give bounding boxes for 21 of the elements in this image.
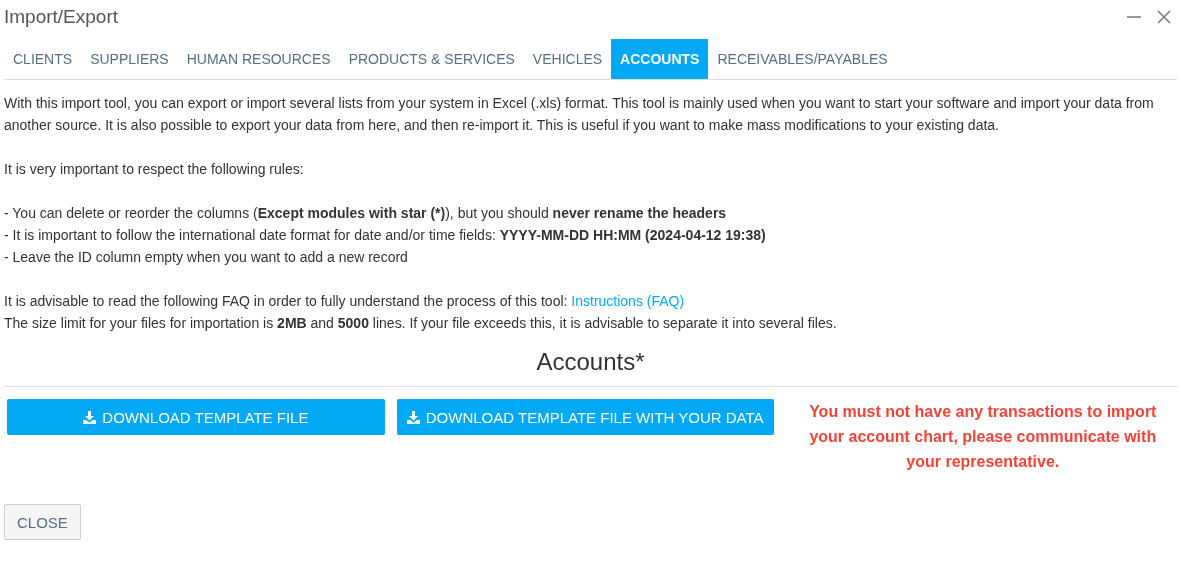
rule-text: - You can delete or reorder the columns (Except modules with star (*)), but you should never rename the headers <box>4 204 728 223</box>
close-button[interactable]: CLOSE <box>4 504 81 540</box>
section-title: Accounts* <box>4 348 1177 387</box>
intro-paragraph: With this import tool, you can export or import several lists from your system in Excel (.xls) format. This tool is mainly used when you want to start your software and import your data from another source. It is also possible to export your data from here, and then re-import it. This is useful if you want to make mass modifications to your existing data. <box>4 94 1155 135</box>
faq-link[interactable]: Instructions (FAQ) <box>571 293 685 309</box>
rule-text: - Leave the ID column empty when you want to add a new record <box>4 248 409 267</box>
tab[interactable]: CLIENTS <box>4 39 82 79</box>
faq-text: It is advisable to read the following FAQ in order to fully understand the process of this tool: <box>4 293 568 309</box>
size-limit-text: The size limit for your files for importation is 2MB and 5000 lines. If your file exceeds this, it is advisable to separate it into several files. <box>4 314 838 333</box>
download-icon <box>406 410 420 424</box>
tab[interactable]: VEHICLES <box>523 39 612 79</box>
tab[interactable]: HUMAN RESOURCES <box>177 39 340 79</box>
warning-text: You must not have any transactions to import your account chart, please communicate with your representative. <box>808 402 1158 472</box>
download-icon <box>83 410 97 424</box>
rule-text: - It is important to follow the international date format for date and/or time fields: YYYY-MM-DD HH:MM (2024-04-12 19:38) <box>4 226 767 245</box>
tab[interactable]: SUPPLIERS <box>81 39 178 79</box>
tab[interactable]: PRODUCTS & SERVICES <box>339 39 524 79</box>
window-title: Import/Export <box>4 6 119 28</box>
tab[interactable]: RECEIVABLES/PAYABLES <box>708 39 897 79</box>
close-icon[interactable] <box>1156 9 1172 25</box>
rules-heading: It is very important to respect the following rules: <box>4 160 305 179</box>
